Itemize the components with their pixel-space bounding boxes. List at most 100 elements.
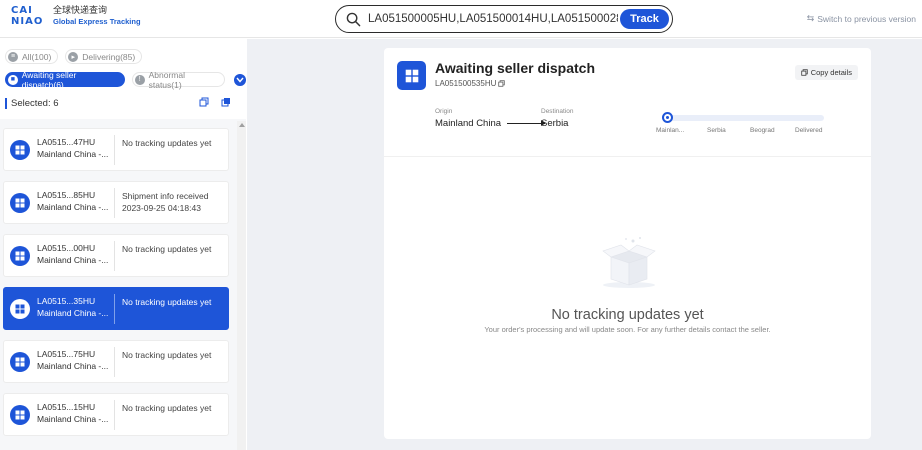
package-icon [397, 61, 426, 90]
filter-row-2: ■ Awaiting seller dispatch(6) ! Abnormal… [5, 69, 246, 90]
card-divider [114, 347, 115, 377]
current-stage-marker [662, 112, 673, 123]
detail-status-title: Awaiting seller dispatch [435, 60, 596, 76]
filter-awaiting-label: Awaiting seller dispatch(6) [21, 69, 77, 90]
shipment-card[interactable]: LA0515...15HU Mainland China -... No tra… [3, 393, 229, 436]
filter-delivering-chip[interactable]: ▸ Delivering(85) [65, 49, 143, 64]
selected-accent-bar [5, 97, 7, 109]
route-summary: Origin Mainland China Destination Serbia [435, 108, 615, 138]
package-icon [10, 139, 30, 160]
shipment-card-selected[interactable]: LA0515...35HU Mainland China -... No tra… [3, 287, 229, 330]
detail-divider [384, 156, 871, 157]
shipment-progress: Mainlan... Serbia Beograd Delivered [656, 111, 826, 141]
shipment-status: No tracking updates yet [122, 296, 227, 308]
stage-origin: Mainlan... [656, 127, 685, 134]
filter-abnormal-label: Abnormal status(1) [148, 69, 185, 90]
package-icon [10, 192, 30, 213]
shipment-status: No tracking updates yet [122, 402, 227, 414]
chevron-down-icon [236, 77, 244, 83]
shipment-id: LA0515...15HU [37, 402, 96, 412]
all-icon: ≡ [8, 51, 18, 62]
shipment-card[interactable]: LA0515...00HU Mainland China -... No tra… [3, 234, 229, 277]
filter-delivering-label: Delivering(85) [82, 51, 136, 62]
expand-filters-button[interactable] [234, 73, 246, 86]
shipment-card[interactable]: LA0515...47HU Mainland China -... No tra… [3, 128, 229, 171]
filter-awaiting-chip[interactable]: ■ Awaiting seller dispatch(6) [5, 69, 125, 90]
copy-icon[interactable] [498, 80, 506, 87]
empty-state-description: Your order's processing and will update … [484, 325, 771, 334]
shipment-status: No tracking updates yet [122, 137, 227, 149]
shipment-id: LA0515...75HU [37, 349, 96, 359]
tracking-number-input[interactable] [368, 13, 618, 25]
shipment-status-text: Shipment info received [122, 191, 209, 201]
package-icon [10, 404, 30, 425]
package-icon [10, 245, 30, 266]
filter-all-chip[interactable]: ≡ All(100) [5, 49, 59, 64]
origin-label: Origin [435, 108, 453, 115]
selected-count-row: Selected: 6 [5, 96, 235, 110]
filter-abnormal-chip[interactable]: ! Abnormal status(1) [131, 69, 226, 90]
shipment-card[interactable]: LA0515...85HU Mainland China -... Shipme… [3, 181, 229, 224]
stage-city: Beograd [750, 127, 775, 134]
box-icon: ■ [8, 74, 18, 85]
search-icon [344, 10, 362, 28]
switch-version-link[interactable]: ⇆ Switch to previous version [807, 13, 916, 24]
empty-state-title: No tracking updates yet [551, 307, 704, 323]
copy-icon[interactable] [199, 97, 209, 107]
card-divider [114, 188, 115, 218]
detail-tracking-number-row: LA051500535HU [435, 79, 506, 88]
card-divider [114, 400, 115, 430]
shipment-status: No tracking updates yet [122, 349, 227, 361]
card-divider [114, 135, 115, 165]
filter-all-label: All(100) [22, 51, 52, 62]
list-scrollbar[interactable] [237, 121, 246, 450]
stage-country: Serbia [707, 127, 726, 134]
shipment-list-panel: ≡ All(100) ▸ Delivering(85) ■ Awaiting s… [0, 39, 246, 450]
shipment-route: Mainland China -... [37, 414, 109, 424]
switch-arrows-icon: ⇆ [806, 13, 815, 23]
copy-details-button[interactable]: Copy details [794, 65, 858, 80]
switch-version-label: Switch to previous version [817, 13, 916, 24]
detail-tracking-number: LA051500535HU [435, 79, 497, 88]
copy-details-label: Copy details [810, 68, 852, 77]
logo-mark-line2: NIAO [11, 16, 44, 27]
destination-value: Serbia [541, 118, 569, 129]
stage-delivered: Delivered [795, 127, 823, 134]
package-icon [10, 351, 30, 372]
tracking-search-bar: Track [335, 5, 673, 33]
shipment-route: Mainland China -... [37, 255, 109, 265]
shipment-route: Mainland China -... [37, 361, 109, 371]
detail-area: Awaiting seller dispatch LA051500535HU C… [247, 39, 922, 450]
package-icon [10, 298, 30, 319]
logo-text: 全球快递查询 Global Express Tracking [53, 5, 141, 27]
progress-track [664, 115, 824, 121]
shipment-detail-card: Awaiting seller dispatch LA051500535HU C… [384, 48, 871, 439]
shipment-status: Shipment info received 2023-09-25 04:18:… [122, 190, 227, 214]
scroll-up-arrow-icon[interactable] [239, 123, 245, 127]
shipment-route: Mainland China -... [37, 202, 109, 212]
logo-chinese-text: 全球快递查询 [53, 5, 108, 15]
export-icon[interactable] [221, 97, 231, 107]
cainiao-logo[interactable]: CAI NIAO 全球快递查询 Global Express Tracking [11, 5, 141, 27]
selection-actions [199, 97, 231, 107]
shipment-id: LA0515...00HU [37, 243, 96, 253]
card-divider [114, 241, 115, 271]
shipment-status-text: No tracking updates yet [122, 244, 212, 254]
shipment-status-text: No tracking updates yet [122, 138, 212, 148]
shipment-route: Mainland China -... [37, 308, 109, 318]
shipment-id: LA0515...47HU [37, 137, 96, 147]
shipment-status: No tracking updates yet [122, 243, 227, 255]
logo-mark: CAI NIAO [11, 5, 49, 27]
track-button[interactable]: Track [620, 9, 669, 29]
shipment-status-time: 2023-09-25 04:18:43 [122, 203, 201, 213]
destination-label: Destination [541, 108, 574, 115]
logo-english-text: Global Express Tracking [53, 17, 141, 26]
shipment-card[interactable]: LA0515...75HU Mainland China -... No tra… [3, 340, 229, 383]
shipment-id: LA0515...35HU [37, 296, 96, 306]
empty-box-illustration-icon [602, 237, 656, 288]
top-header: CAI NIAO 全球快递查询 Global Express Tracking … [0, 0, 922, 38]
card-divider [114, 294, 115, 324]
shipment-status-text: No tracking updates yet [122, 403, 212, 413]
logo-mark-line1: CAI [11, 5, 33, 16]
shipment-route: Mainland China -... [37, 149, 109, 159]
